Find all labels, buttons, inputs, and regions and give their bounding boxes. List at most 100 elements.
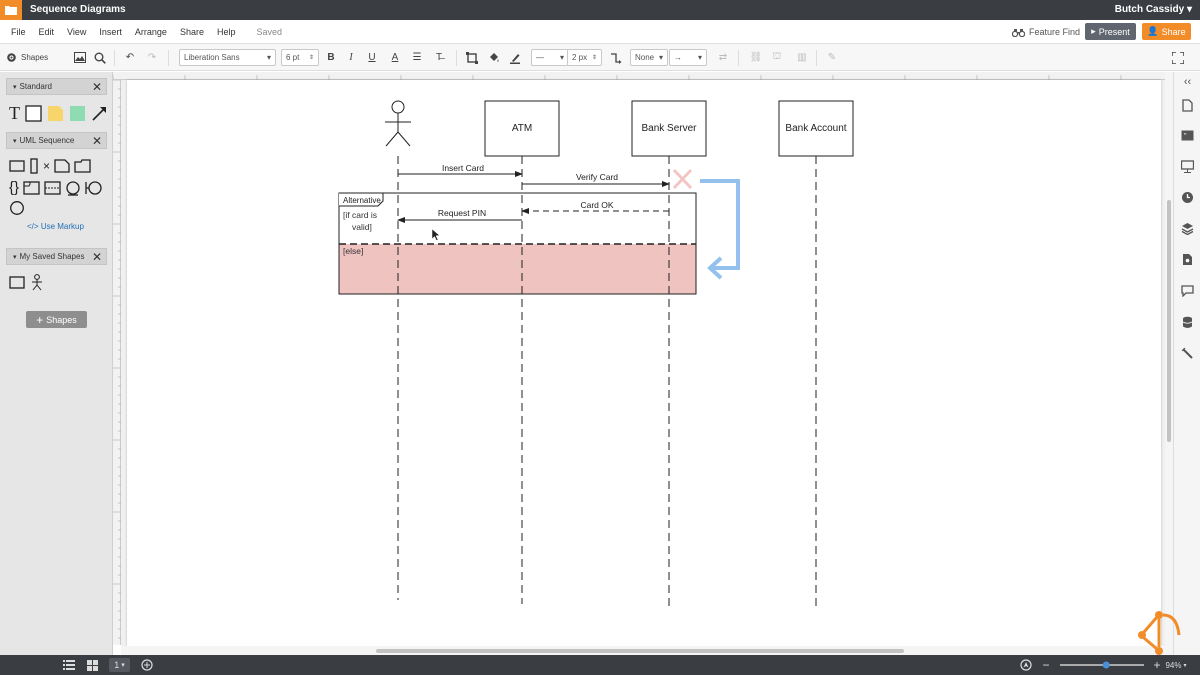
- redo-icon[interactable]: ↷: [145, 49, 159, 66]
- arrow-shape-icon[interactable]: [91, 105, 108, 122]
- font-family-select[interactable]: Liberation Sans ▾: [179, 49, 276, 66]
- quote-icon[interactable]: ": [1180, 128, 1195, 143]
- line-width-stepper[interactable]: 2 px ⇕: [567, 49, 602, 66]
- page-selector[interactable]: 1 ▾: [109, 658, 130, 672]
- magic-wand-icon[interactable]: [1180, 346, 1195, 361]
- library-header-uml-sequence[interactable]: ▾ UML Sequence ✕: [6, 132, 107, 149]
- library-header-standard[interactable]: ▾ Standard ✕: [6, 78, 107, 95]
- bold-icon[interactable]: B: [325, 49, 337, 66]
- scroll-thumb[interactable]: [376, 649, 904, 653]
- feature-find-button[interactable]: Feature Find: [1012, 27, 1080, 37]
- horizontal-scrollbar[interactable]: [121, 646, 1165, 655]
- arrow-end-select[interactable]: → ▾: [669, 49, 707, 66]
- zoom-level[interactable]: 94% ▾: [1165, 658, 1187, 672]
- destroy-shape-icon[interactable]: ×: [43, 159, 50, 173]
- present-button[interactable]: ▸ Present: [1085, 23, 1136, 40]
- frame-shape-icon[interactable]: [23, 180, 40, 195]
- library-header-my-saved-shapes[interactable]: ▾ My Saved Shapes ✕: [6, 248, 107, 265]
- note-outline-shape-icon[interactable]: [54, 159, 70, 173]
- canvas-area[interactable]: Alternative [if card is valid] [else] AT…: [121, 80, 1165, 646]
- menu-edit[interactable]: Edit: [39, 27, 55, 37]
- message-card-ok[interactable]: Card OK: [521, 200, 669, 214]
- text-color-icon[interactable]: A: [389, 49, 401, 66]
- activation-shape-icon[interactable]: [29, 158, 39, 174]
- zoom-out-icon[interactable]: −: [1040, 658, 1052, 672]
- alt-fragment[interactable]: Alternative [if card is valid] [else]: [338, 192, 697, 295]
- zoom-slider[interactable]: [1058, 658, 1146, 672]
- message-request-pin[interactable]: Request PIN: [397, 208, 522, 223]
- close-icon[interactable]: ✕: [92, 80, 102, 94]
- line-color-icon[interactable]: [508, 49, 522, 66]
- scroll-thumb[interactable]: [1167, 200, 1171, 442]
- braces-shape-icon[interactable]: {}: [9, 179, 19, 196]
- search-icon[interactable]: [93, 49, 107, 66]
- use-markup-link[interactable]: </> Use Markup: [27, 222, 84, 231]
- note-shape-icon[interactable]: [47, 105, 64, 122]
- fill-color-icon[interactable]: [487, 49, 501, 66]
- bank-account-participant[interactable]: Bank Account: [778, 100, 854, 157]
- sequence-diagram[interactable]: Alternative [if card is valid] [else] AT…: [127, 80, 1161, 646]
- package-shape-icon[interactable]: [74, 159, 91, 173]
- rectangle-shape-icon[interactable]: [25, 105, 42, 122]
- underline-icon[interactable]: U: [366, 49, 378, 66]
- atm-participant[interactable]: ATM: [484, 100, 560, 157]
- presentation-icon[interactable]: [1180, 159, 1195, 174]
- alt-fragment-shape-icon[interactable]: [44, 180, 61, 195]
- list-view-icon[interactable]: [62, 658, 76, 672]
- text-options-icon[interactable]: T̶: [432, 49, 446, 66]
- lock-icon[interactable]: ⛫: [770, 49, 784, 66]
- font-size-stepper[interactable]: 6 pt ⇕: [281, 49, 319, 66]
- grid-view-icon[interactable]: [85, 658, 99, 672]
- control-shape-icon[interactable]: [9, 200, 25, 216]
- menu-share[interactable]: Share: [180, 27, 204, 37]
- layers-icon[interactable]: [1180, 221, 1195, 236]
- green-block-shape-icon[interactable]: [69, 105, 86, 122]
- fullscreen-icon[interactable]: [1170, 49, 1186, 66]
- line-style-select[interactable]: — ▾: [531, 49, 569, 66]
- collapse-panel-icon[interactable]: ‹‹: [1180, 74, 1195, 89]
- add-shapes-button[interactable]: + Shapes: [26, 311, 87, 328]
- arrow-start-select[interactable]: None ▾: [630, 49, 668, 66]
- link-icon[interactable]: ⛓: [749, 49, 763, 66]
- align-icon[interactable]: ☰: [410, 49, 424, 66]
- comment-icon[interactable]: [1180, 283, 1195, 298]
- menu-arrange[interactable]: Arrange: [135, 27, 167, 37]
- layer-icon[interactable]: ▥: [795, 49, 809, 66]
- user-menu[interactable]: Butch Cassidy ▾: [1115, 4, 1192, 15]
- menu-insert[interactable]: Insert: [99, 27, 122, 37]
- menu-view[interactable]: View: [67, 27, 86, 37]
- folder-icon[interactable]: [0, 0, 22, 20]
- message-insert-card[interactable]: Insert Card: [398, 163, 523, 177]
- diagram-page[interactable]: Alternative [if card is valid] [else] AT…: [127, 80, 1161, 646]
- document-title[interactable]: Sequence Diagrams: [30, 4, 126, 15]
- page-icon[interactable]: [1180, 98, 1195, 113]
- swap-arrows-icon[interactable]: ⇄: [716, 49, 730, 66]
- saved-actor-shape-icon[interactable]: [31, 274, 43, 291]
- actor-participant[interactable]: [385, 100, 411, 147]
- saved-rectangle-shape-icon[interactable]: [9, 276, 25, 289]
- image-icon[interactable]: [73, 49, 87, 66]
- line-routing-icon[interactable]: [609, 49, 623, 66]
- italic-icon[interactable]: I: [345, 49, 357, 66]
- message-verify-card[interactable]: Verify Card: [522, 172, 670, 187]
- object-shape-icon[interactable]: [9, 159, 25, 173]
- document-icon[interactable]: [1180, 252, 1195, 267]
- navigate-icon[interactable]: [1019, 658, 1033, 672]
- bank-server-participant[interactable]: Bank Server: [631, 100, 707, 157]
- text-shape-icon[interactable]: T: [9, 103, 20, 124]
- menu-file[interactable]: File: [11, 27, 26, 37]
- zoom-in-icon[interactable]: +: [1151, 658, 1163, 672]
- wrench-icon[interactable]: ✎: [825, 49, 839, 66]
- close-icon[interactable]: ✕: [92, 134, 102, 148]
- boundary-shape-icon[interactable]: [85, 180, 102, 196]
- shape-outline-icon[interactable]: [465, 49, 479, 66]
- delete-marker-icon[interactable]: [672, 168, 693, 190]
- share-button[interactable]: 👤 Share: [1142, 23, 1191, 40]
- close-icon[interactable]: ✕: [92, 250, 102, 264]
- add-page-icon[interactable]: [140, 658, 154, 672]
- vertical-scrollbar[interactable]: [1165, 72, 1173, 655]
- entity-shape-icon[interactable]: [65, 180, 81, 196]
- shapes-toggle[interactable]: Shapes: [6, 49, 54, 66]
- database-icon[interactable]: [1180, 315, 1195, 330]
- undo-icon[interactable]: ↶: [123, 49, 137, 66]
